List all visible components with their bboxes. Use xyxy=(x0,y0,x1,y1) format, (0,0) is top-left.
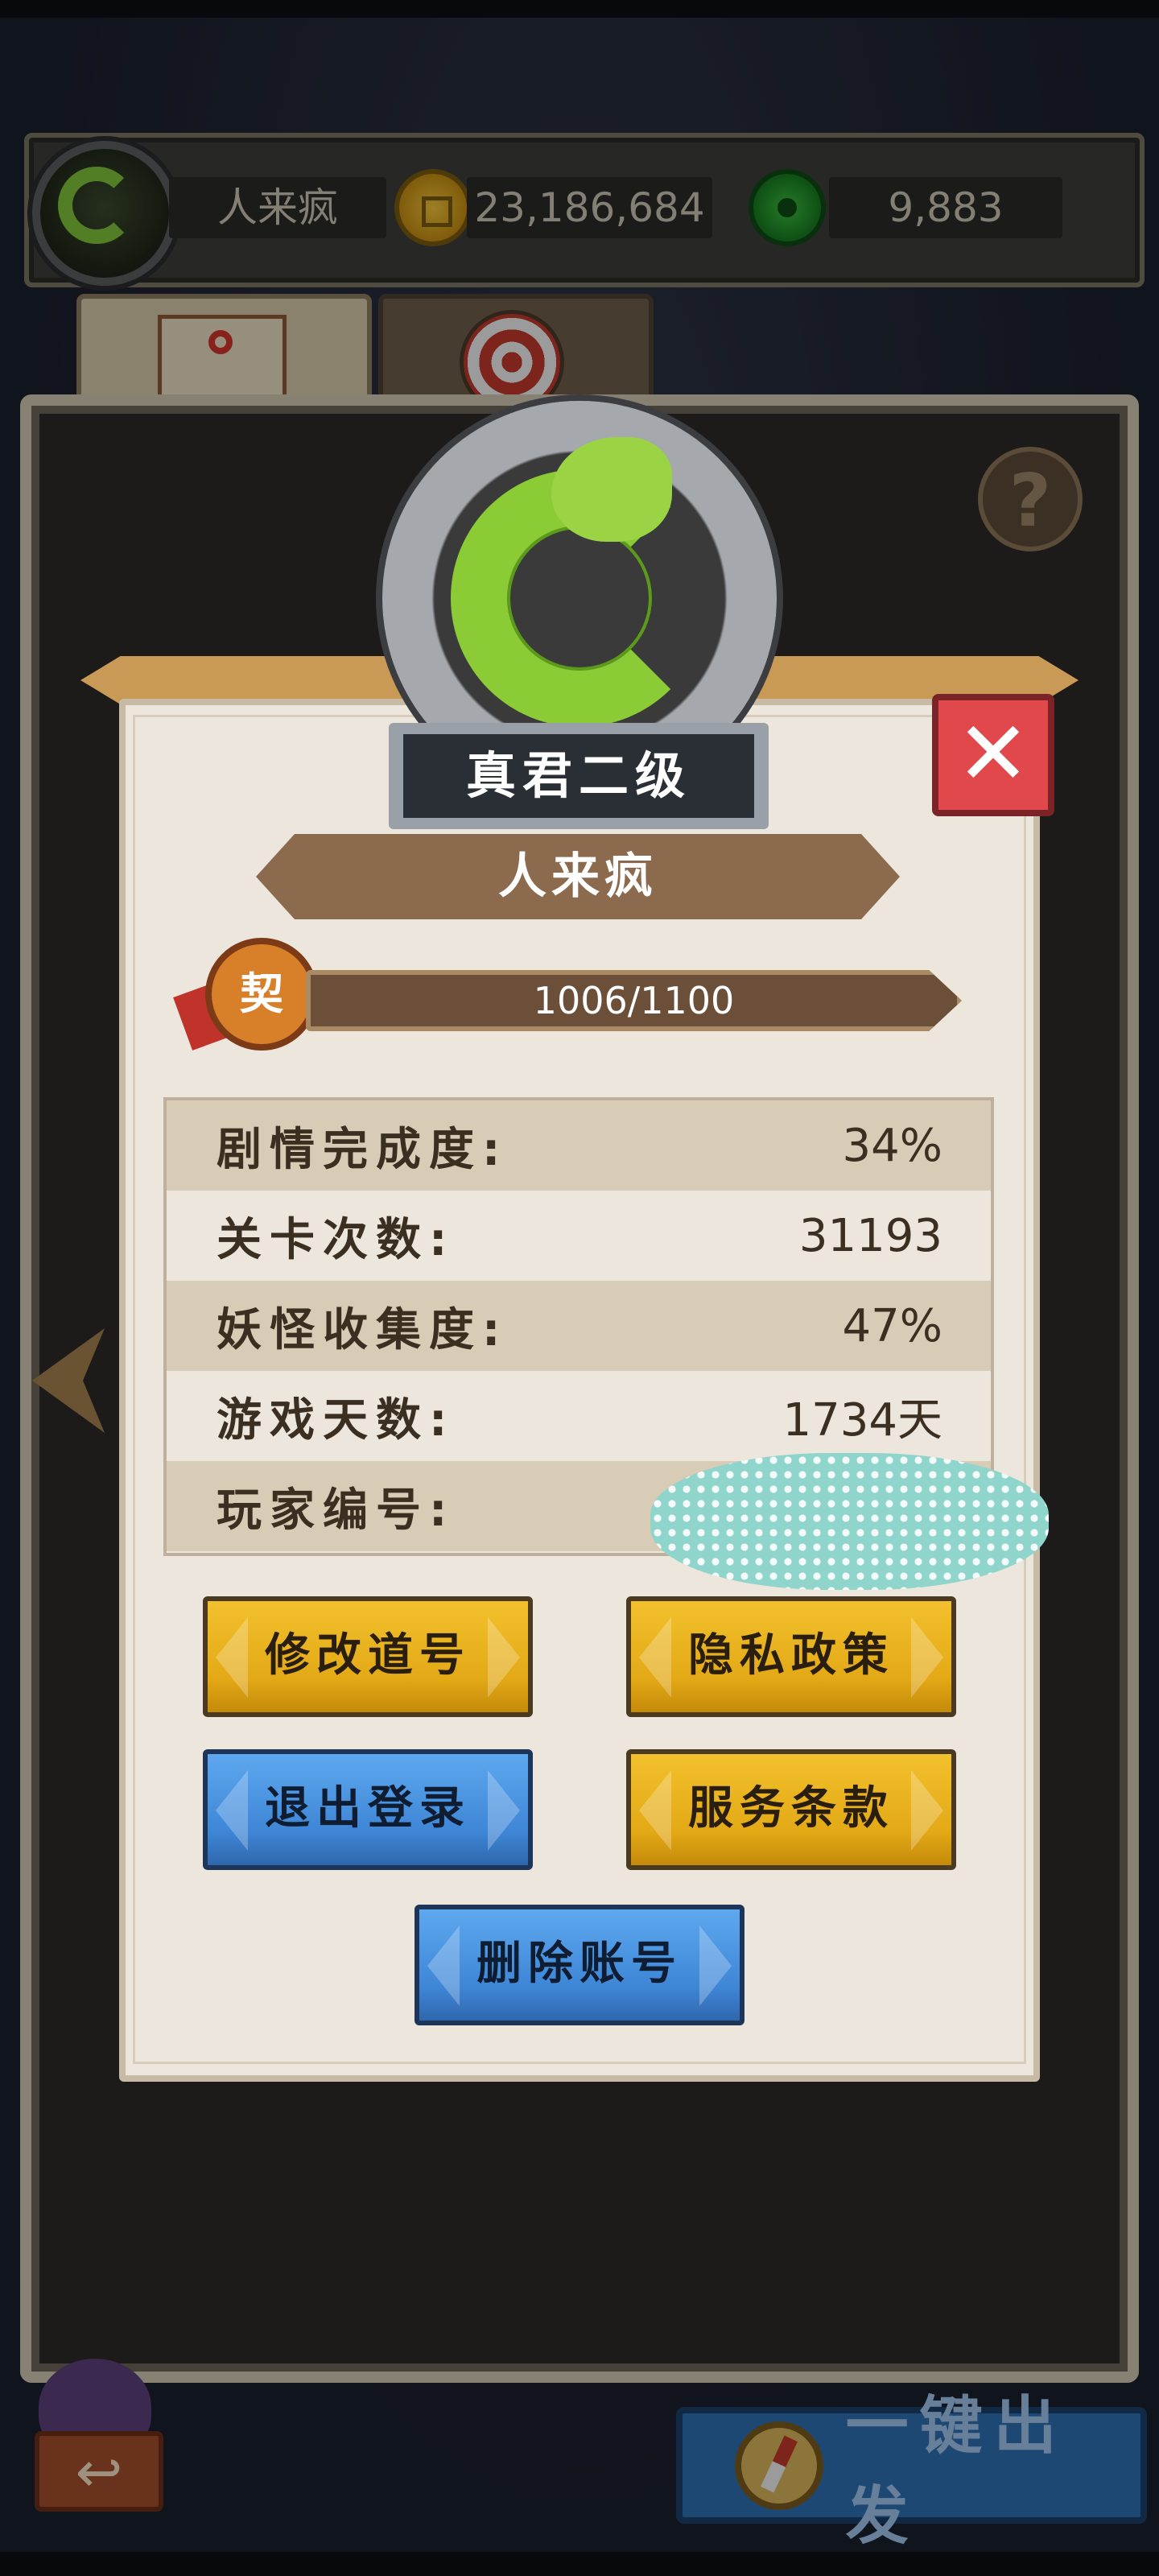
logout-button[interactable]: 退出登录 xyxy=(203,1749,533,1870)
pact-seal: 契 xyxy=(205,938,318,1051)
stat-row: 剧情完成度: 34% xyxy=(167,1100,991,1191)
stat-value: 31193 xyxy=(798,1209,942,1262)
stat-label: 游戏天数: xyxy=(217,1393,456,1447)
rank-title: 真君二级 xyxy=(403,734,754,818)
close-button[interactable]: ✕ xyxy=(932,694,1054,816)
stat-label: 玩家编号: xyxy=(217,1484,456,1537)
stat-row: 关卡次数: 31193 xyxy=(167,1191,991,1281)
rename-button[interactable]: 修改道号 xyxy=(203,1596,533,1717)
stat-value: 34% xyxy=(842,1119,942,1172)
stat-row: 游戏天数: 1734天 xyxy=(167,1371,991,1461)
stat-label: 关卡次数: xyxy=(217,1213,456,1266)
stat-row: 妖怪收集度: 47% xyxy=(167,1281,991,1371)
stat-value: 1734天 xyxy=(782,1393,942,1447)
player-id-redaction xyxy=(650,1453,1049,1590)
rank-plate: 真君二级 xyxy=(389,723,769,829)
stat-label: 剧情完成度: xyxy=(217,1123,509,1176)
stat-label: 妖怪收集度: xyxy=(217,1303,509,1356)
pact-progress-text: 1006/1100 xyxy=(533,979,735,1022)
stat-value: 47% xyxy=(842,1299,942,1352)
pact-progress-bar: 1006/1100 xyxy=(306,970,962,1031)
player-name-plate: 人来疯 xyxy=(256,834,900,919)
terms-of-service-button[interactable]: 服务条款 xyxy=(626,1749,956,1870)
privacy-policy-button[interactable]: 隐私政策 xyxy=(626,1596,956,1717)
delete-account-button[interactable]: 删除账号 xyxy=(415,1905,744,2025)
